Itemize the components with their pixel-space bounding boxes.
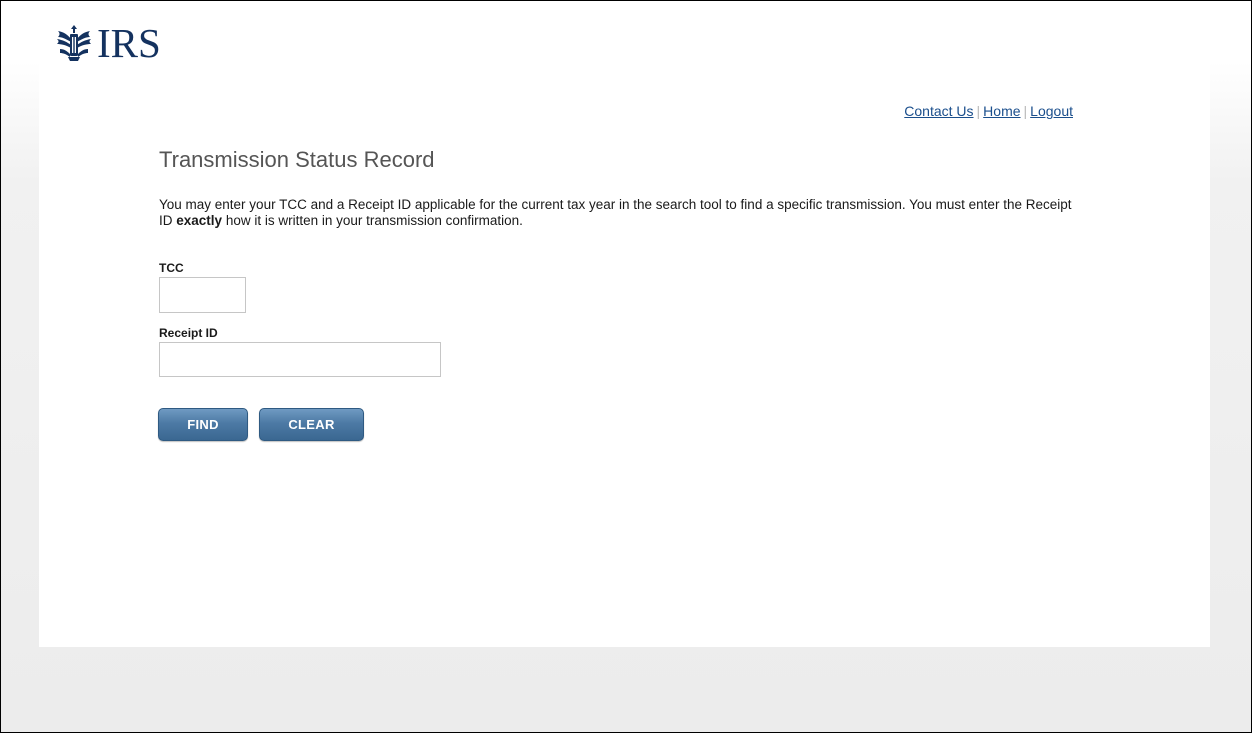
find-button[interactable]: FIND <box>158 408 248 441</box>
irs-eagle-icon <box>54 23 94 63</box>
receipt-id-label: Receipt ID <box>159 326 218 340</box>
logo-text: IRS <box>97 20 161 66</box>
link-separator: | <box>1023 103 1028 119</box>
receipt-id-input[interactable] <box>159 342 441 377</box>
main-content: Contact Us | Home | Logout Transmission Stat… <box>39 61 1210 647</box>
contact-us-link[interactable]: Contact Us <box>904 103 973 119</box>
home-link[interactable]: Home <box>983 103 1020 119</box>
page-description: You may enter your TCC and a Receipt ID … <box>159 197 1079 229</box>
top-links: Contact Us | Home | Logout <box>904 103 1073 119</box>
link-separator: | <box>976 103 981 119</box>
irs-logo[interactable]: IRS <box>54 21 161 65</box>
tcc-input[interactable] <box>159 277 246 313</box>
description-emphasis: exactly <box>176 213 223 228</box>
tcc-label: TCC <box>159 261 184 275</box>
page-title: Transmission Status Record <box>159 147 435 172</box>
clear-button[interactable]: CLEAR <box>259 408 364 441</box>
browser-frame: IRS Contact Us | Home | Logout Transmission … <box>0 0 1252 733</box>
description-text-end: how it is written in your transmission c… <box>222 213 523 228</box>
logout-link[interactable]: Logout <box>1030 103 1073 119</box>
